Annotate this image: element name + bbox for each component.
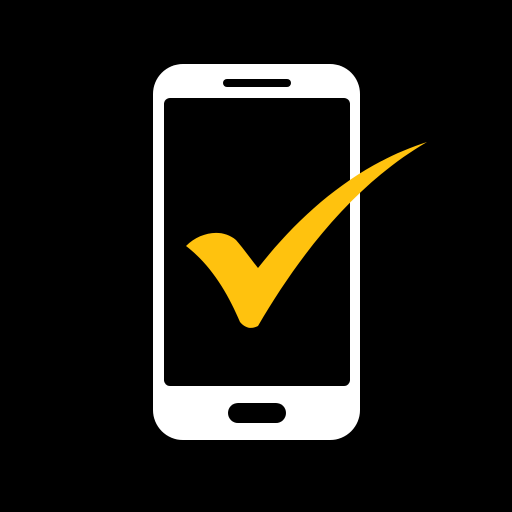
smartphone-checkmark-icon xyxy=(0,0,512,512)
phone-home-button xyxy=(228,403,286,423)
app-icon xyxy=(0,0,512,512)
phone-speaker xyxy=(223,79,291,87)
smartphone-icon xyxy=(153,64,360,440)
